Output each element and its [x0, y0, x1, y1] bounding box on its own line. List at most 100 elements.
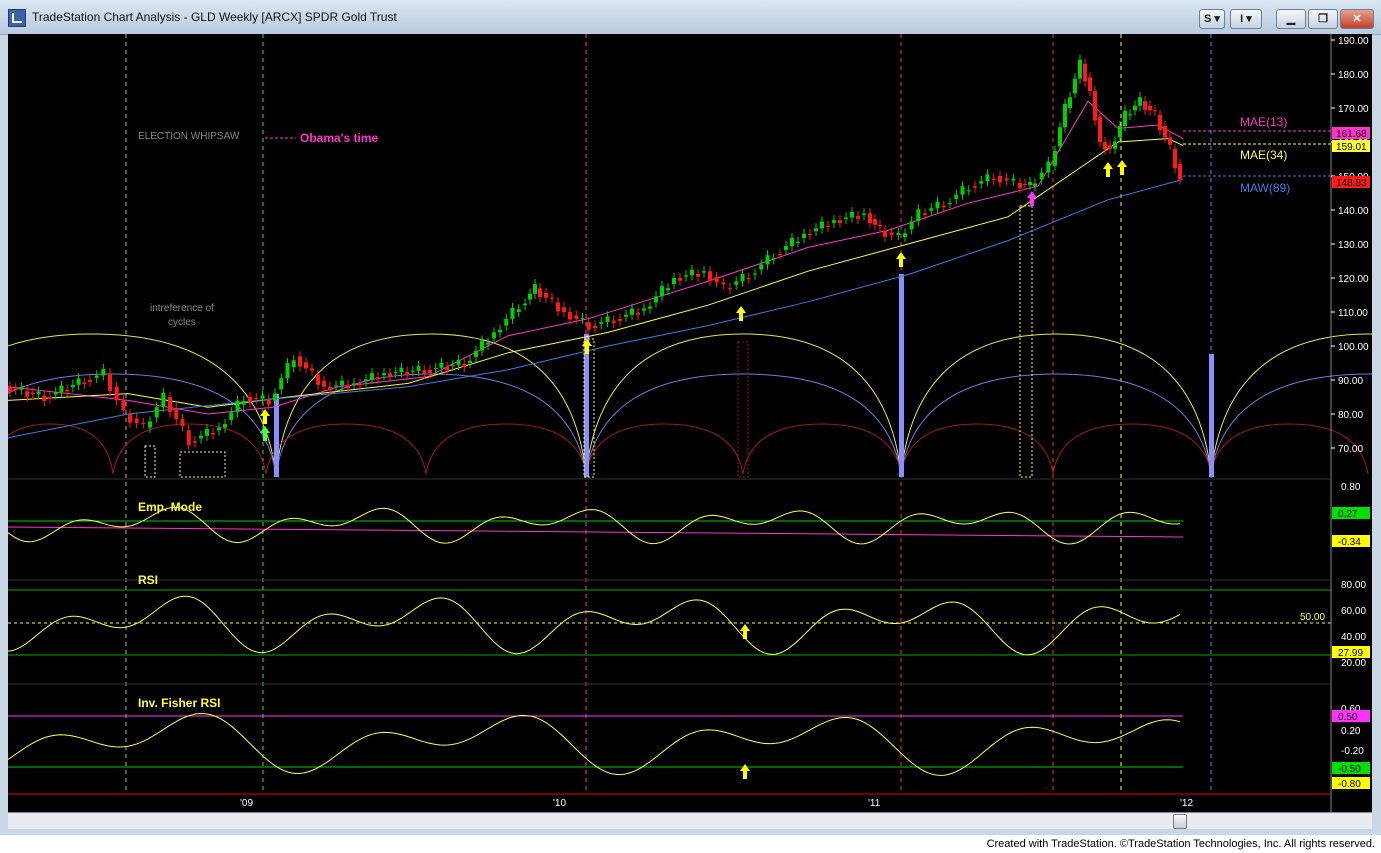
candle-body: [1068, 97, 1072, 108]
maximize-button[interactable]: ❐: [1308, 9, 1338, 29]
title-bar[interactable]: TradeStation Chart Analysis - GLD Weekly…: [0, 0, 1381, 35]
restore-icon: ❐: [1318, 13, 1328, 25]
candle-body: [48, 397, 52, 399]
candle-body: [19, 387, 24, 390]
symbol-link-button[interactable]: S ▾: [1199, 9, 1225, 29]
candle-body: [114, 386, 119, 401]
price-tick: 170.00: [1338, 104, 1369, 115]
candle-body: [433, 367, 438, 369]
candle-body: [1073, 78, 1077, 94]
candle-body: [648, 306, 652, 309]
candle-body: [796, 241, 800, 243]
candle-body: [721, 282, 726, 285]
candle-body: [65, 389, 70, 392]
candle-body: [979, 181, 984, 184]
candle-body: [241, 401, 246, 405]
candle-body: [702, 271, 706, 273]
candle-body: [740, 273, 745, 282]
rsi-line: [7, 595, 1181, 656]
price-candles: [8, 54, 1182, 451]
candle-body: [108, 373, 112, 391]
time-scrollbar[interactable]: [8, 812, 1372, 829]
cycle-low-bar: [899, 274, 904, 477]
candle-body: [586, 322, 591, 330]
candle-body: [1148, 105, 1152, 111]
minimize-button[interactable]: ▁: [1276, 9, 1306, 29]
rsi-value: 27.99: [1338, 648, 1363, 659]
candle-body: [382, 373, 386, 376]
chart-area[interactable]: 190.00180.00170.00160.00150.00140.00130.…: [0, 34, 1381, 828]
candle-body: [618, 318, 622, 321]
candle-body: [1083, 63, 1087, 82]
blue-cycle-arc: [900, 373, 1212, 475]
hatched-cycle-zone: [144, 445, 156, 478]
fisher-upper-value: 0.50: [1338, 712, 1358, 723]
candle-body: [666, 288, 670, 291]
candle-body: [370, 373, 374, 380]
candle-body: [352, 383, 356, 385]
candle-body: [1163, 126, 1167, 138]
candle-body: [298, 356, 302, 367]
candle-body: [1028, 182, 1032, 186]
candle-body: [1128, 114, 1132, 116]
candle-body: [322, 380, 326, 387]
candle-body: [393, 372, 398, 374]
signal-arrow-icon: [740, 624, 750, 639]
emd-lower-guide: [7, 526, 1184, 538]
close-button[interactable]: ✕: [1340, 9, 1374, 29]
mae34-value: 159.01: [1336, 142, 1367, 153]
candle-body: [678, 278, 682, 281]
candle-body: [850, 212, 854, 218]
indicator-link-button[interactable]: I ▾: [1230, 9, 1262, 29]
candle-body: [660, 286, 664, 297]
rsi-tick: 80.00: [1341, 580, 1366, 591]
red-cycle-arc: [425, 423, 587, 475]
candle-body: [728, 288, 732, 290]
interference-label-2: cycles: [168, 317, 196, 328]
chart-svg[interactable]: 190.00180.00170.00160.00150.00140.00130.…: [0, 34, 1381, 812]
candle-body: [376, 377, 380, 380]
time-tick-09: '09: [240, 798, 253, 809]
red-cycle-arc: [265, 423, 427, 475]
candle-body: [814, 228, 818, 232]
candle-body: [405, 371, 410, 376]
candle-body: [1058, 127, 1062, 147]
price-tick: 190.00: [1338, 36, 1369, 47]
candle-body: [445, 366, 450, 370]
candle-body: [771, 258, 776, 260]
scrollbar-thumb[interactable]: [1173, 814, 1187, 829]
yellow-cycle-arc: [275, 333, 587, 475]
fisher-lower-value: -0.50: [1338, 764, 1361, 775]
candle-body: [611, 320, 616, 323]
candle-body: [1088, 77, 1092, 91]
candle-body: [456, 359, 461, 365]
emd-upper-value: 0.27: [1338, 509, 1358, 520]
footer: Created with TradeStation. ©TradeStation…: [0, 835, 1381, 853]
candle-body: [684, 275, 688, 277]
candle-body: [94, 375, 99, 378]
candle-body: [1039, 172, 1044, 180]
interference-label-1: intreference of: [150, 303, 214, 314]
candle-body: [462, 363, 467, 368]
candle-body: [186, 430, 191, 446]
close-icon: ✕: [1352, 13, 1362, 25]
candle-body: [550, 297, 554, 299]
candle-body: [1053, 150, 1057, 166]
candle-body: [59, 385, 64, 393]
candle-body: [1033, 183, 1037, 187]
fisher-tick: -0.20: [1341, 746, 1364, 757]
mae13-line: [7, 100, 1184, 415]
candle-body: [1046, 161, 1051, 173]
symbol-link-label: S: [1204, 13, 1212, 25]
candle-body: [889, 232, 894, 235]
candle-body: [128, 414, 132, 423]
hatched-cycle-zone: [179, 451, 226, 478]
candle-body: [410, 370, 415, 372]
candle-body: [878, 224, 882, 227]
candle-body: [498, 329, 502, 333]
candle-body: [973, 186, 977, 188]
time-tick-12: '12: [1180, 798, 1193, 809]
candle-body: [1018, 182, 1022, 189]
candle-body: [844, 217, 848, 219]
candle-body: [593, 325, 597, 328]
